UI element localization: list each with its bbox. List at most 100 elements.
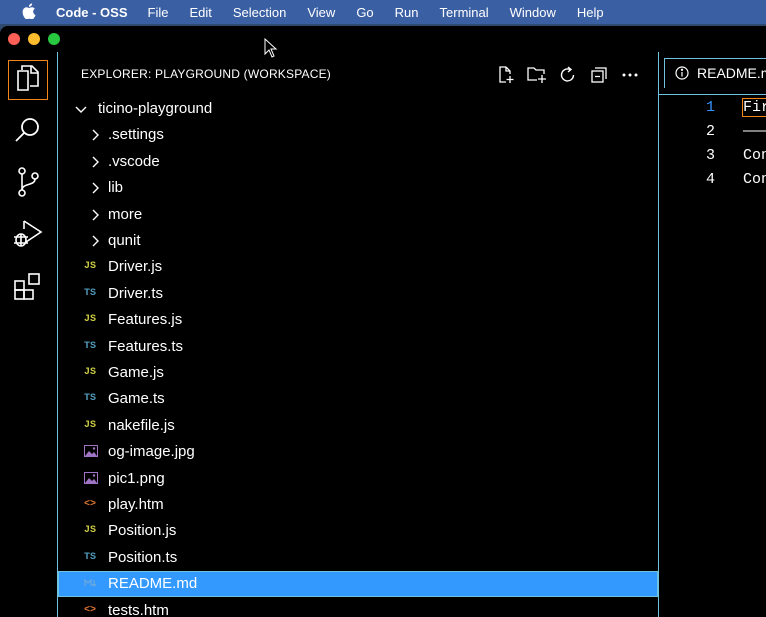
apple-menu-icon[interactable] [20,2,38,22]
menu-run[interactable]: Run [395,5,419,20]
window-maximize-button[interactable] [48,33,60,45]
line-text[interactable]: Fir [741,98,766,117]
image-file-icon [84,472,102,486]
activity-search[interactable] [8,112,48,152]
menu-edit[interactable]: Edit [189,5,211,20]
run-debug-icon [12,218,44,255]
tree-item-label: Position.js [108,522,177,539]
activity-source-control[interactable] [8,164,48,204]
tree-item-label: .vscode [108,153,160,170]
window-minimize-button[interactable] [28,33,40,45]
chevron-right-icon [92,156,99,168]
macos-menubar: Code - OSS File Edit Selection View Go R… [0,0,766,24]
js-file-icon: JS [84,314,97,325]
editor-tab-readme[interactable]: README.md [664,58,766,88]
tree-folder[interactable]: lib [58,175,658,201]
tree-item-label: Game.js [108,364,164,381]
tree-folder[interactable]: .settings [58,122,658,148]
tree-item-label: Position.ts [108,549,178,566]
vscode-window: EXPLORER: PLAYGROUND (WORKSPACE) ticino-… [0,26,766,617]
menu-view[interactable]: View [307,5,335,20]
line-number: 3 [705,147,715,164]
tree-file[interactable]: JS nakefile.js [58,413,658,439]
mouse-pointer-icon [264,38,278,58]
html-file-icon: <> [84,499,97,510]
tree-item-label: README.md [108,575,198,592]
tree-folder[interactable]: .vscode [58,149,658,175]
tree-file[interactable]: TS Features.ts [58,334,658,360]
tree-file[interactable]: JS Features.js [58,307,658,333]
tree-file[interactable]: og-image.jpg [58,439,658,465]
explorer-header: EXPLORER: PLAYGROUND (WORKSPACE) [58,52,658,96]
search-icon [13,115,43,150]
tree-item-label: Driver.ts [108,285,164,302]
explorer-sidebar: EXPLORER: PLAYGROUND (WORKSPACE) ticino-… [58,52,659,617]
activity-run-debug[interactable] [8,216,48,256]
more-actions-icon[interactable] [619,64,641,86]
tree-folder[interactable]: more [58,202,658,228]
image-file-icon [84,445,102,459]
title-bar[interactable] [0,26,766,52]
tree-item-label: more [108,206,143,223]
ts-file-icon: TS [84,393,97,404]
tree-item-label: lib [108,179,124,196]
chevron-right-icon [92,182,99,194]
explorer-icon [14,63,42,98]
tree-file[interactable]: TS Position.ts [58,545,658,571]
menu-help[interactable]: Help [577,5,604,20]
editor-area: README.md 1 Fir 2 ——— 3 Con 4 Con [659,52,766,617]
markdown-file-icon [84,577,102,591]
tree-file[interactable]: pic1.png [58,466,658,492]
tree-item-label: og-image.jpg [108,443,195,460]
js-file-icon: JS [84,420,97,431]
refresh-icon[interactable] [557,64,579,86]
tree-file[interactable]: JS Driver.js [58,254,658,280]
tree-item-label: Features.js [108,311,183,328]
menu-file[interactable]: File [148,5,169,20]
collapse-all-icon[interactable] [588,64,610,86]
tree-file[interactable]: JS Position.js [58,518,658,544]
code-line[interactable]: 2 ——— [659,120,766,144]
extensions-icon [12,270,44,307]
tree-file[interactable]: TS Game.ts [58,386,658,412]
menu-go[interactable]: Go [356,5,373,20]
editor-tab-label: README.md [697,65,766,81]
tree-file[interactable]: README.md [58,571,658,597]
activity-explorer[interactable] [8,60,48,100]
menu-selection[interactable]: Selection [233,5,286,20]
tree-file[interactable]: TS Driver.ts [58,281,658,307]
source-control-icon [14,166,42,203]
code-line[interactable]: 4 Con [659,168,766,192]
menu-window[interactable]: Window [510,5,556,20]
line-text[interactable]: Con [743,147,766,164]
tree-file[interactable]: <> tests.htm [58,598,658,617]
window-close-button[interactable] [8,33,20,45]
tree-root-folder[interactable]: ticino-playground [58,96,658,122]
tree-item-label: tests.htm [108,602,169,617]
activity-extensions[interactable] [8,268,48,308]
tree-file[interactable]: JS Game.js [58,360,658,386]
menu-terminal[interactable]: Terminal [440,5,489,20]
ts-file-icon: TS [84,288,97,299]
ts-file-icon: TS [84,341,97,352]
tree-root-label: ticino-playground [98,100,213,117]
html-file-icon: <> [84,605,97,616]
code-line[interactable]: 1 Fir [659,96,766,120]
tree-item-label: Driver.js [108,258,163,275]
tree-file[interactable]: <> play.htm [58,492,658,518]
new-folder-icon[interactable] [526,64,548,86]
tree-item-label: .settings [108,126,164,143]
tree-item-label: qunit [108,232,141,249]
line-text[interactable]: Con [743,171,766,188]
line-text[interactable]: ——— [743,123,766,140]
menu-app-name[interactable]: Code - OSS [56,5,128,20]
tree-folder[interactable]: qunit [58,228,658,254]
chevron-right-icon [92,209,99,221]
chevron-right-icon [92,235,99,247]
tree-item-label: Game.ts [108,390,165,407]
line-number: 2 [705,123,715,140]
tree-item-label: play.htm [108,496,164,513]
new-file-icon[interactable] [495,64,517,86]
chevron-right-icon [92,129,99,141]
code-line[interactable]: 3 Con [659,144,766,168]
